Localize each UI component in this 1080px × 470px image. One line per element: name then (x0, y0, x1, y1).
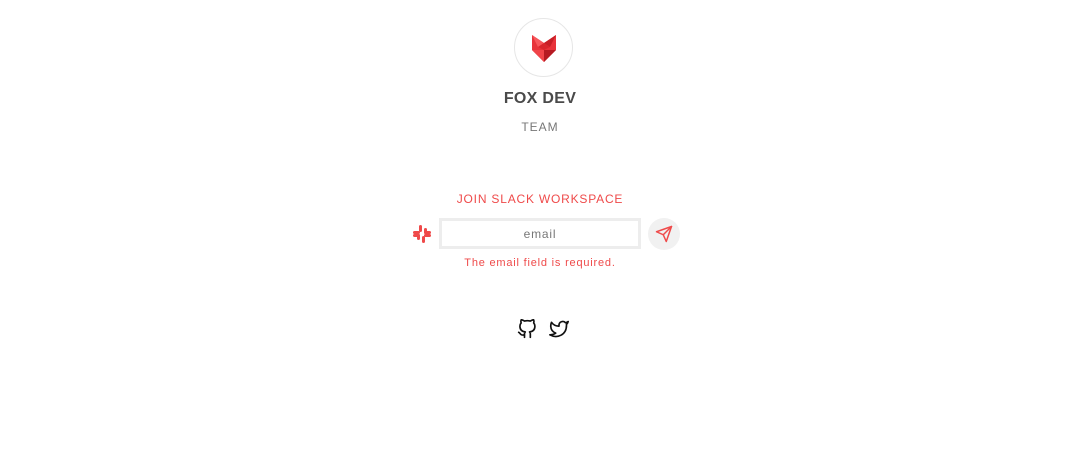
send-button[interactable] (648, 218, 680, 250)
join-slack-title: JOIN SLACK WORKSPACE (456, 192, 624, 206)
twitter-link[interactable] (549, 319, 569, 339)
email-error-message: The email field is required. (464, 257, 616, 269)
slack-icon (413, 225, 431, 243)
social-links (517, 318, 569, 339)
page: FOX DEV TEAM JOIN SLACK WORKSPACE The em… (0, 0, 1080, 470)
github-link[interactable] (517, 318, 537, 339)
logo-badge (514, 18, 573, 77)
paper-plane-icon (655, 225, 673, 243)
twitter-icon (549, 320, 569, 338)
fox-logo-icon (531, 34, 556, 62)
brand-name: FOX DEV (503, 90, 577, 107)
github-icon (517, 318, 536, 339)
email-input[interactable] (439, 218, 641, 249)
brand-subtitle: TEAM (521, 120, 559, 134)
